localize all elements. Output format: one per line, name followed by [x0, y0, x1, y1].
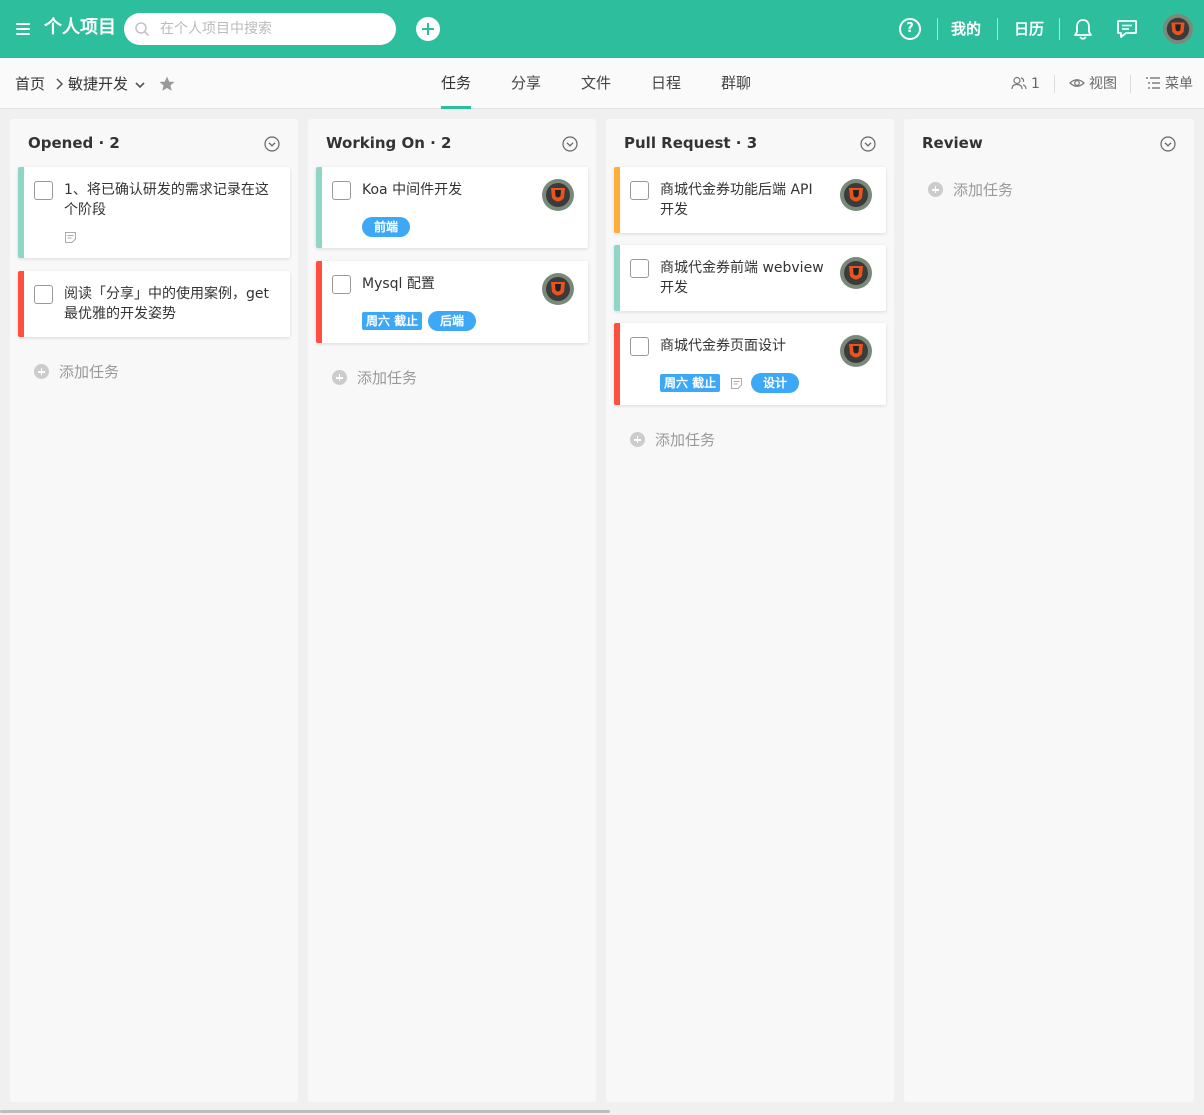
column-menu-chevron-icon[interactable]	[264, 136, 280, 152]
divider	[997, 18, 998, 40]
column-pull-request: Pull Request · 3 商城代金券功能后端 API 开发 商城代金券前…	[606, 119, 894, 1102]
plus-circle-icon	[630, 432, 645, 447]
tab-share[interactable]: 分享	[511, 58, 541, 109]
task-checkbox[interactable]	[630, 337, 649, 356]
sub-navigation: 首页 敏捷开发 任务 分享 文件 日程 群聊 1 视图 菜单	[0, 58, 1204, 109]
hamburger-menu-icon[interactable]	[14, 19, 34, 39]
task-checkbox[interactable]	[630, 181, 649, 200]
divider	[1059, 18, 1060, 40]
calendar-link[interactable]: 日历	[1014, 18, 1044, 40]
menu-button[interactable]: 菜单	[1145, 74, 1193, 94]
task-title: Koa 中间件开发	[362, 182, 463, 198]
task-card[interactable]: Koa 中间件开发 前端	[316, 167, 588, 248]
members-count: 1	[1031, 76, 1040, 92]
tab-tasks[interactable]: 任务	[441, 58, 472, 109]
priority-bar	[316, 261, 322, 343]
tag-badge[interactable]: 设计	[751, 373, 800, 393]
task-card[interactable]: 商城代金券功能后端 API 开发	[614, 167, 886, 233]
add-task-button[interactable]: 添加任务	[34, 362, 119, 382]
column-menu-chevron-icon[interactable]	[562, 136, 578, 152]
task-title: 商城代金券功能后端 API 开发	[660, 182, 813, 218]
tab-schedule[interactable]: 日程	[651, 58, 681, 109]
help-icon[interactable]: ?	[899, 18, 921, 40]
add-task-button[interactable]: 添加任务	[332, 368, 417, 388]
priority-bar	[614, 245, 620, 311]
create-plus-icon[interactable]	[416, 17, 440, 41]
tab-group-chat[interactable]: 群聊	[721, 58, 751, 109]
divider	[937, 18, 938, 40]
search-icon	[135, 22, 149, 36]
eye-icon	[1069, 79, 1085, 87]
search-box[interactable]	[124, 13, 396, 45]
horizontal-scrollbar[interactable]	[0, 1110, 610, 1113]
tab-files[interactable]: 文件	[581, 58, 611, 109]
assignee-avatar[interactable]	[840, 179, 872, 211]
bell-icon[interactable]	[1072, 17, 1094, 41]
priority-bar	[614, 323, 620, 405]
assignee-avatar[interactable]	[840, 335, 872, 367]
user-avatar[interactable]	[1163, 14, 1193, 44]
column-working-on: Working On · 2 Koa 中间件开发 前端 Mysql 配置 周六 …	[308, 119, 596, 1102]
task-checkbox[interactable]	[332, 275, 351, 294]
task-card[interactable]: Mysql 配置 周六 截止 后端	[316, 261, 588, 343]
tag-badge[interactable]: 前端	[362, 217, 411, 237]
task-checkbox[interactable]	[630, 259, 649, 278]
view-label: 视图	[1089, 76, 1117, 92]
mine-link[interactable]: 我的	[951, 18, 981, 40]
app-title[interactable]: 个人项目	[44, 16, 116, 40]
assignee-avatar[interactable]	[840, 257, 872, 289]
due-date-badge: 周六 截止	[660, 374, 721, 392]
priority-bar	[614, 167, 620, 233]
search-input[interactable]	[160, 13, 386, 45]
chevron-right-icon	[56, 78, 64, 90]
menu-label: 菜单	[1165, 76, 1193, 92]
add-task-button[interactable]: 添加任务	[928, 180, 1013, 200]
plus-circle-icon	[332, 370, 347, 385]
star-icon[interactable]	[158, 75, 176, 93]
breadcrumb-home[interactable]: 首页	[15, 74, 45, 94]
task-card[interactable]: 商城代金券页面设计 周六 截止 设计	[614, 323, 886, 405]
message-icon[interactable]	[1115, 18, 1139, 40]
task-title: 商城代金券前端 webview 开发	[660, 260, 824, 296]
task-card[interactable]: 商城代金券前端 webview 开发	[614, 245, 886, 311]
assignee-avatar[interactable]	[542, 273, 574, 305]
due-date-badge: 周六 截止	[362, 312, 423, 330]
members-button[interactable]: 1	[1011, 74, 1040, 94]
chevron-down-icon[interactable]	[134, 79, 146, 91]
list-menu-icon	[1146, 77, 1160, 89]
task-title: 1、将已确认研发的需求记录在这 个阶段	[64, 182, 269, 218]
column-review: Review 添加任务	[904, 119, 1194, 1102]
view-button[interactable]: 视图	[1069, 74, 1117, 94]
task-checkbox[interactable]	[34, 181, 53, 200]
members-icon	[1011, 76, 1027, 90]
task-title: Mysql 配置	[362, 276, 435, 292]
plus-circle-icon	[928, 182, 943, 197]
task-checkbox[interactable]	[34, 285, 53, 304]
note-icon	[731, 378, 742, 389]
column-title: Review	[922, 134, 983, 152]
priority-bar	[18, 271, 24, 337]
column-menu-chevron-icon[interactable]	[860, 136, 876, 152]
column-title: Working On · 2	[326, 134, 452, 152]
breadcrumb-project[interactable]: 敏捷开发	[68, 74, 128, 94]
top-bar: 个人项目 ? 我的 日历	[0, 0, 1204, 58]
divider	[1130, 75, 1131, 93]
tag-badge[interactable]: 后端	[428, 311, 477, 331]
divider	[1054, 75, 1055, 93]
column-title: Pull Request · 3	[624, 134, 758, 152]
priority-bar	[316, 167, 322, 248]
task-checkbox[interactable]	[332, 181, 351, 200]
add-task-button[interactable]: 添加任务	[630, 430, 715, 450]
priority-bar	[18, 167, 24, 258]
column-menu-chevron-icon[interactable]	[1160, 136, 1176, 152]
column-opened: Opened · 2 1、将已确认研发的需求记录在这 个阶段 阅读「分享」中的使…	[10, 119, 298, 1102]
task-title: 阅读「分享」中的使用案例，get 最优雅的开发姿势	[64, 286, 269, 322]
task-card[interactable]: 阅读「分享」中的使用案例，get 最优雅的开发姿势	[18, 271, 290, 337]
assignee-avatar[interactable]	[542, 179, 574, 211]
task-title: 商城代金券页面设计	[660, 338, 786, 354]
note-icon	[65, 232, 76, 243]
column-title: Opened · 2	[28, 134, 120, 152]
task-card[interactable]: 1、将已确认研发的需求记录在这 个阶段	[18, 167, 290, 258]
plus-circle-icon	[34, 364, 49, 379]
